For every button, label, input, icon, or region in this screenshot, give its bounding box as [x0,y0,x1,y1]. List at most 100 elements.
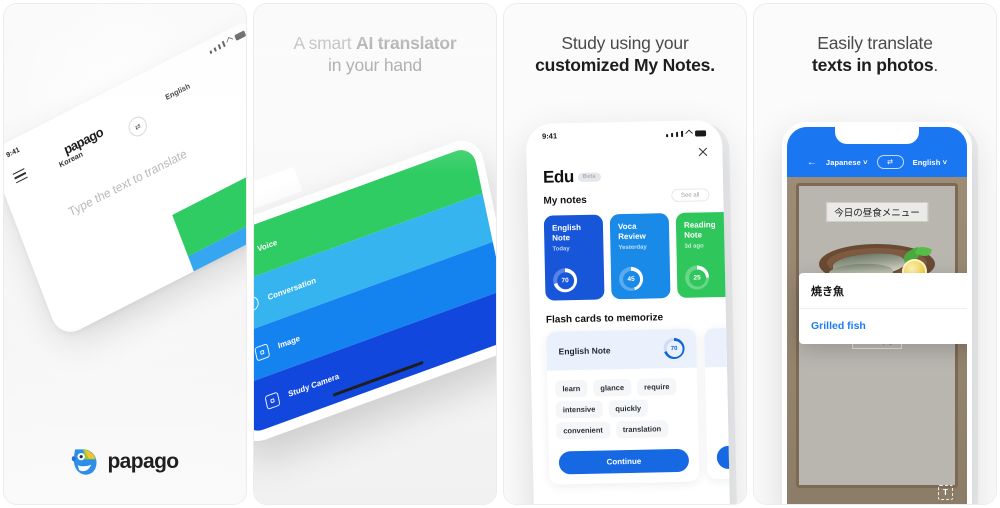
continue-button[interactable]: Continue [558,448,690,475]
word-chip[interactable]: learn [555,379,588,398]
source-text: 焼き魚 [811,285,844,298]
word-chip[interactable]: intensive [555,400,603,419]
notes-card-list: English Note Today 70 Voca Review Yester… [543,211,731,301]
gallery-panel-photo-translate[interactable]: Easily translate texts in photos. ← Japa… [753,3,997,505]
flash-card-header: English Note 70 [546,328,697,371]
hamburger-menu-icon[interactable] [12,168,29,186]
gallery-panel-ai-translator[interactable]: A smart AI translator in your hand Voice… [253,3,497,505]
word-chip[interactable]: quickly [608,399,649,418]
flash-card-next[interactable] [704,325,731,480]
status-bar-time: 9:41 [541,131,558,141]
mode-label: Image [277,333,301,351]
note-card[interactable]: Voca Review Yesterday 45 [609,213,671,300]
swap-languages-icon[interactable]: ⇄ [876,155,904,169]
section-title: Edu [542,167,575,187]
wifi-icon [226,36,234,45]
progress-value: 70 [670,345,678,352]
source-text-row: 焼き魚 [799,273,967,309]
flash-card-name: English Note [558,344,611,356]
status-bar-time: 9:41 [5,146,21,160]
phone-screen: ← Japanese ˅ ⇄ English ˅ 今日の昼食メニュー T 焼き魚… [787,127,967,504]
note-date: Yesterday [618,244,647,252]
target-language-selector[interactable]: English ˅ [913,158,947,167]
headline-line-2: in your hand [328,55,422,75]
see-all-button[interactable]: See all [670,188,710,203]
progress-ring: 70 [663,337,685,360]
phone-notch [835,127,919,144]
battery-icon [694,129,707,137]
word-chip[interactable]: translation [615,420,669,439]
status-bar-icons [666,128,707,138]
detected-heading-text[interactable]: 今日の昼食メニュー [826,202,928,222]
parrot-logo-icon [72,449,97,475]
battery-icon [234,30,246,41]
mode-label: Study Camera [287,371,340,399]
headline-regular: Easily translate [817,33,933,53]
panel-headline: A smart AI translator in your hand [254,32,496,76]
app-title: papago [61,124,106,158]
my-notes-label: My notes [543,194,587,207]
translated-text: Grilled fish [811,319,866,332]
signal-bar-icon [676,131,679,137]
note-title: Voca Review [617,221,646,242]
note-card[interactable]: Reading Note 3d ago 25 [675,211,731,298]
screenshot-gallery: 9:41 papago Korean ⇄ English Type the te… [0,0,1000,508]
gallery-panel-my-notes[interactable]: Study using your customized My Notes. 9:… [503,3,747,505]
mode-label: Voice [256,237,278,254]
headline-period: . [933,55,939,75]
note-title: Reading Note [683,220,716,240]
translate-input-placeholder[interactable]: Type the text to translate [67,146,189,219]
source-language-selector[interactable]: Japanese ˅ [826,158,868,167]
signal-bar-icon [213,47,217,52]
wifi-icon [684,128,694,138]
headline-bold: texts in photos [811,55,934,75]
word-chip[interactable]: glance [593,378,632,397]
word-chip[interactable]: convenient [556,421,611,440]
headline-regular: A smart [293,33,357,53]
progress-ring: 45 [618,266,644,292]
translation-result-sheet: 焼き魚 Grilled fish › [799,273,967,344]
swap-languages-icon[interactable]: ⇄ [125,113,150,140]
target-language-selector[interactable]: English [164,81,191,102]
signal-bar-icon [666,133,669,137]
camera-image-icon [254,342,271,362]
panel-headline: Study using your customized My Notes. [504,32,746,76]
study-camera-icon [264,390,281,410]
signal-bar-icon [221,40,226,48]
signal-bar-icon [209,50,213,55]
close-icon[interactable] [697,146,708,157]
brand-footer: papago [4,448,246,476]
conversation-icon [254,294,260,313]
word-chip[interactable]: require [636,378,677,396]
status-bar: 9:41 [526,120,722,141]
back-arrow-icon[interactable]: ← [807,157,817,168]
note-card[interactable]: English Note Today 70 [543,214,605,301]
progress-value: 25 [693,273,701,282]
signal-bar-icon [671,132,674,137]
progress-value: 70 [561,276,569,284]
progress-ring: 25 [684,265,710,290]
section-header-edu: Edu Beta [543,167,601,188]
headline-bold: AI translator [356,33,457,53]
flash-cards-title: Flash cards to memorize [545,312,664,326]
phone-mockup-camera: ← Japanese ˅ ⇄ English ˅ 今日の昼食メニュー T 焼き魚… [782,122,972,504]
note-date: 3d ago [684,243,704,250]
status-badge: Beta [577,172,601,182]
language-nav: ← Japanese ˅ ⇄ English ˅ [787,155,967,169]
flash-card[interactable]: English Note 70 learn glance require int… [546,328,700,485]
panel-headline: Easily translate texts in photos. [754,32,996,76]
progress-ring: 70 [552,268,578,293]
phone-mockup-notes: 9:41 Edu Beta My notes See all English N… [525,119,731,504]
note-title: English Note [551,222,581,243]
note-date: Today [552,246,570,253]
text-select-icon[interactable]: T [938,485,953,500]
translated-text-row[interactable]: Grilled fish › [799,309,967,344]
flash-card-word-list: learn glance require intensive quickly c… [547,368,698,444]
signal-bar-icon [217,43,222,50]
brand-wordmark: papago [107,450,179,473]
gallery-panel-brand[interactable]: 9:41 papago Korean ⇄ English Type the te… [3,3,247,505]
translate-top-bar: ← Japanese ˅ ⇄ English ˅ [787,127,967,177]
headline-regular: Study using your [561,33,689,53]
signal-bar-icon [680,130,684,137]
progress-value: 45 [627,275,635,283]
